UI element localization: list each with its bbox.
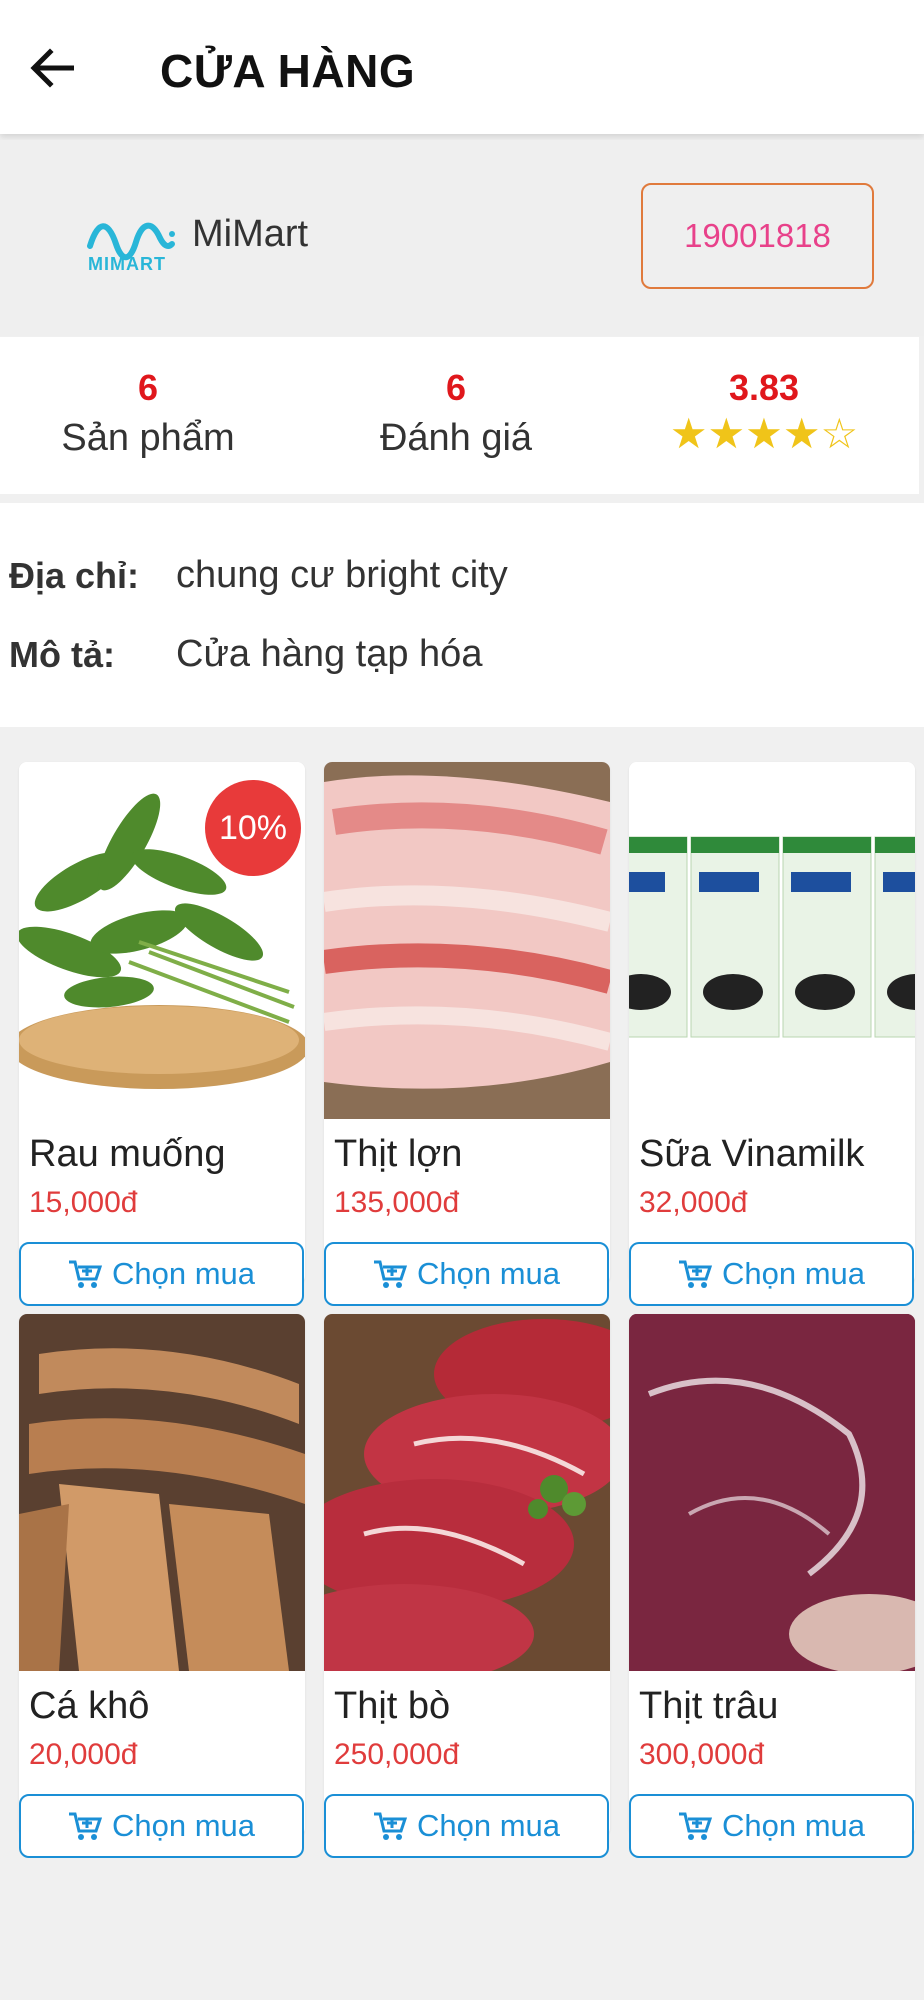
store-name: MiMart [192,213,309,255]
buy-button-label: Chọn mua [416,1256,561,1291]
address-row: Địa chỉ: chung cư bright city [9,554,508,597]
store-stats: 6 Sản phẩm 6 Đánh giá 3.83 ★ ★ ★ ★ ☆ [0,337,919,494]
address-value: chung cư bright city [176,554,508,596]
discount-badge: 10% [205,780,301,876]
product-image-buffalo-meat [629,1314,915,1671]
product-price: 300,000đ [639,1738,765,1771]
buy-button-label: Chọn mua [111,1256,256,1291]
product-price: 135,000đ [334,1186,460,1219]
buy-button[interactable]: Chọn mua [19,1794,304,1858]
rating-value: 3.83 [728,367,800,408]
product-name: Rau muống [29,1133,226,1175]
buy-button-label: Chọn mua [416,1808,561,1843]
logo-text: MIMART [88,254,166,274]
cart-plus-icon [373,1812,407,1840]
product-card[interactable]: 10% Rau muống 15,000đ [19,762,305,1284]
star-filled-icon: ★ [745,410,783,457]
cart-plus-icon [678,1812,712,1840]
store-info: Địa chỉ: chung cư bright city Mô tả: Cửa… [0,503,924,727]
product-image-beef [324,1314,610,1671]
stat-reviews: 6 Đánh giá [326,367,586,460]
buy-button[interactable]: Chọn mua [324,1794,609,1858]
product-name: Sữa Vinamilk [639,1133,865,1175]
product-name: Cá khô [29,1685,150,1727]
buy-button[interactable]: Chọn mua [19,1242,304,1306]
star-filled-icon: ★ [669,410,708,457]
product-card[interactable]: Sữa Vinamilk 32,000đ [629,762,915,1284]
product-image-pork [324,762,610,1119]
page-title: CỬA HÀNG [160,45,416,97]
products-label: Sản phẩm [61,417,235,459]
product-card[interactable]: Thịt bò 250,000đ [324,1314,610,1836]
product-card[interactable]: Thịt trâu 300,000đ [629,1314,915,1836]
product-name: Thịt bò [334,1685,451,1727]
star-empty-icon: ☆ [820,410,859,457]
buy-button-label: Chọn mua [721,1256,866,1291]
product-image-dried-fish [19,1314,305,1671]
product-card[interactable]: Thịt lợn 135,000đ [324,762,610,1284]
product-image-water-spinach: 10% [19,762,305,1119]
buy-button[interactable]: Chọn mua [629,1242,914,1306]
address-label: Địa chỉ: [9,554,140,596]
cart-plus-icon [678,1260,712,1288]
product-price: 250,000đ [334,1738,460,1771]
stat-products: 6 Sản phẩm [18,367,278,460]
description-label: Mô tả: [9,633,115,675]
app-bar: CỬA HÀNG [0,0,924,134]
product-price: 32,000đ [639,1186,748,1219]
buy-button-label: Chọn mua [721,1808,866,1843]
buy-button-label: Chọn mua [111,1808,256,1843]
product-name: Thịt trâu [639,1685,779,1727]
description-row: Mô tả: Cửa hàng tạp hóa [9,633,482,676]
product-price: 20,000đ [29,1738,138,1771]
product-name: Thịt lợn [334,1133,463,1175]
product-card[interactable]: Cá khô 20,000đ [19,1314,305,1836]
rating-stars: ★ ★ ★ ★ ☆ [634,411,894,457]
back-button[interactable] [28,44,76,92]
reviews-label: Đánh giá [379,417,533,459]
products-count: 6 [137,367,159,408]
star-filled-icon: ★ [707,410,746,457]
cart-plus-icon [68,1260,102,1288]
arrow-left-icon [30,48,74,88]
reviews-count: 6 [445,367,467,408]
cart-plus-icon [68,1812,102,1840]
buy-button[interactable]: Chọn mua [324,1242,609,1306]
stat-rating: 3.83 ★ ★ ★ ★ ☆ [634,367,894,457]
product-image-milk [629,762,915,1119]
description-value: Cửa hàng tạp hóa [176,633,483,675]
star-filled-icon: ★ [782,410,821,457]
product-price: 15,000đ [29,1186,138,1219]
buy-button[interactable]: Chọn mua [629,1794,914,1858]
cart-plus-icon [373,1260,407,1288]
phone-button[interactable]: 19001818 [641,183,874,289]
